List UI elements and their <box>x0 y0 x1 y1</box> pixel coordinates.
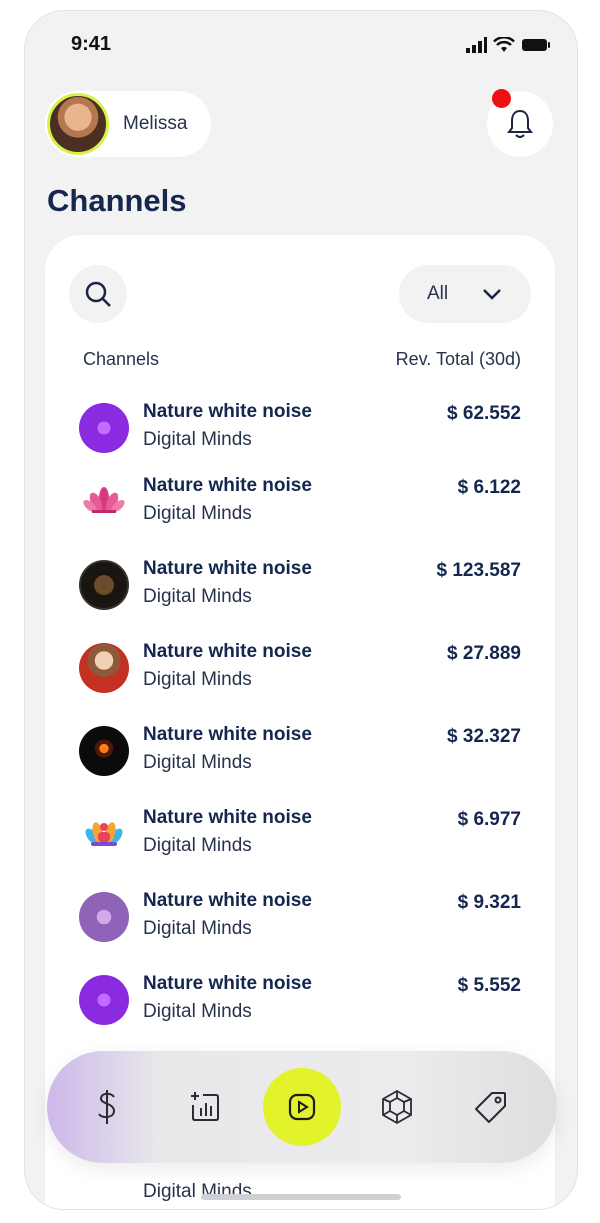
revenue-value: $ 123.587 <box>436 560 521 581</box>
list-item[interactable]: Nature white noise Digital Minds $ 9.321 <box>45 890 555 960</box>
search-icon <box>85 281 111 307</box>
revenue-value: $ 32.327 <box>447 726 521 747</box>
revenue-value: $ 6.122 <box>457 477 521 498</box>
revenue-value: $ 62.552 <box>447 403 521 424</box>
revenue-value: $ 9.321 <box>457 892 521 913</box>
wifi-icon <box>493 37 515 52</box>
page-title: Channels <box>47 183 187 218</box>
channel-owner: Digital Minds <box>143 429 252 450</box>
filter-value: All <box>427 283 449 304</box>
meditation-purple-icon <box>79 975 129 1025</box>
list-item[interactable]: Nature white noise Digital Minds $ 6.122 <box>45 475 555 545</box>
channel-title: Nature white noise <box>143 475 312 496</box>
list-item[interactable]: Nature white noise Digital Minds $ 62.55… <box>45 401 555 471</box>
meditation-purple-icon <box>79 403 129 453</box>
channel-owner: Digital Minds <box>143 586 252 607</box>
signal-icon <box>466 37 487 53</box>
revenue-value: $ 27.889 <box>447 643 521 664</box>
stats-icon <box>191 1092 219 1121</box>
filter-dropdown[interactable]: All <box>399 265 531 323</box>
tab-revenue[interactable] <box>75 1075 139 1139</box>
tab-tags[interactable] <box>459 1075 523 1139</box>
revenue-value: $ 6.977 <box>457 809 521 830</box>
search-button[interactable] <box>69 265 127 323</box>
tab-network[interactable] <box>365 1075 429 1139</box>
meditation-violet-icon <box>79 892 129 942</box>
status-icons <box>465 37 551 53</box>
dollar-icon <box>98 1090 116 1124</box>
tab-bar <box>47 1051 557 1163</box>
channel-owner: Digital Minds <box>143 918 252 939</box>
channel-owner: Digital Minds <box>143 669 252 690</box>
status-time: 9:41 <box>71 33 112 55</box>
channel-title: Nature white noise <box>143 401 312 422</box>
channel-owner: Digital Minds <box>143 1001 252 1022</box>
lotus-icon <box>79 477 129 527</box>
channel-owner: Digital Minds <box>143 752 252 773</box>
network-icon <box>382 1089 412 1125</box>
avatar[interactable] <box>47 93 109 155</box>
play-icon <box>288 1093 316 1121</box>
notifications-button[interactable] <box>487 89 553 157</box>
channel-title: Nature white noise <box>143 807 312 828</box>
list-item[interactable]: Nature white noise Digital Minds $ 123.5… <box>45 558 555 628</box>
bell-icon <box>507 109 533 138</box>
yoga-lotus-icon <box>79 809 129 859</box>
status-bar: 9:41 <box>25 33 577 63</box>
profile-pill[interactable]: Melissa <box>45 91 211 157</box>
tag-icon <box>475 1092 506 1123</box>
channel-title: Nature white noise <box>143 641 312 662</box>
column-header-channels[interactable]: Channels <box>83 349 159 370</box>
channel-owner: Digital Minds <box>143 835 252 856</box>
battery-icon <box>522 39 550 51</box>
list-item[interactable]: Nature white noise Digital Minds $ 32.32… <box>45 724 555 794</box>
channel-title: Nature white noise <box>143 558 312 579</box>
column-header-revenue[interactable]: Rev. Total (30d) <box>396 349 521 370</box>
fire-icon <box>79 726 129 776</box>
emblem-dark-icon <box>79 560 129 610</box>
channel-title: Nature white noise <box>143 724 312 745</box>
tab-channels[interactable] <box>263 1068 341 1146</box>
chevron-down-icon <box>483 289 502 300</box>
profile-name: Melissa <box>123 113 188 134</box>
notification-dot <box>492 89 511 108</box>
list-item[interactable]: Nature white noise Digital Minds $ 27.88… <box>45 641 555 711</box>
channel-owner: Digital Minds <box>143 503 252 524</box>
portrait-icon <box>79 643 129 693</box>
home-indicator <box>201 1194 401 1200</box>
revenue-value: $ 5.552 <box>457 975 521 996</box>
channel-title: Nature white noise <box>143 973 312 994</box>
list-item[interactable]: Nature white noise Digital Minds $ 5.552 <box>45 973 555 1043</box>
tab-stats[interactable] <box>173 1075 237 1139</box>
list-item[interactable]: Nature white noise Digital Minds $ 6.977 <box>45 807 555 877</box>
channel-title: Nature white noise <box>143 890 312 911</box>
phone-screen: 9:41 Melissa Channels All Channels Rev. … <box>24 10 578 1210</box>
